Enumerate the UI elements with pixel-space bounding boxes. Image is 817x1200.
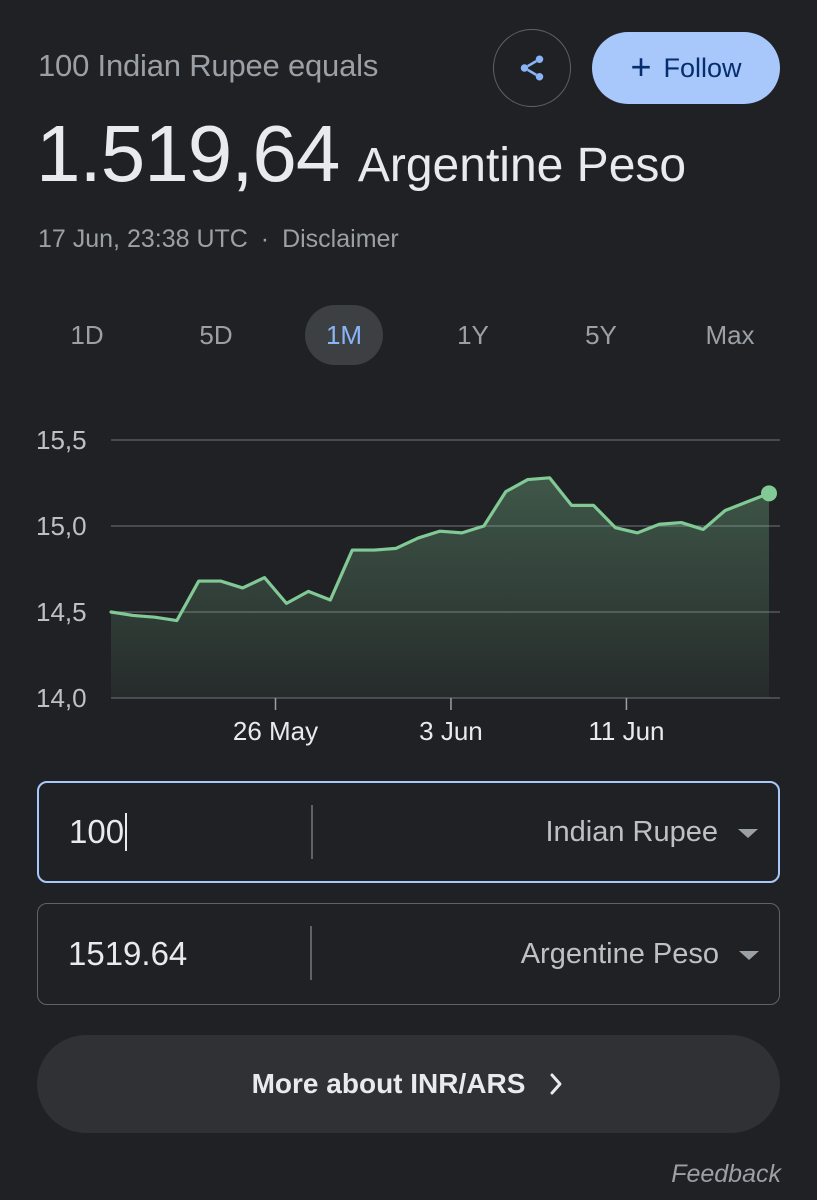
share-icon bbox=[520, 55, 544, 81]
separator: · bbox=[260, 225, 270, 253]
x-tick-label: 3 Jun bbox=[419, 716, 483, 746]
to-currency-select[interactable]: Argentine Peso bbox=[521, 904, 759, 1004]
chart-svg: 15,5 15,0 14,5 14,0 26 May 3 Jun 11 Jun bbox=[36, 425, 780, 746]
from-currency-select[interactable]: Indian Rupee bbox=[545, 783, 758, 881]
last-point-marker bbox=[761, 485, 777, 502]
tab-5y[interactable]: 5Y bbox=[562, 305, 640, 365]
from-amount-value: 100 bbox=[69, 813, 125, 850]
x-tick-label: 26 May bbox=[233, 716, 318, 746]
timestamp-row: 17 Jun, 23:38 UTC · Disclaimer bbox=[38, 225, 399, 254]
exchange-rate: 1.519,64 bbox=[36, 109, 340, 198]
share-button[interactable] bbox=[493, 29, 571, 107]
from-amount-input[interactable]: 100 bbox=[69, 783, 128, 881]
tab-5d[interactable]: 5D bbox=[177, 305, 255, 365]
tab-max[interactable]: Max bbox=[691, 305, 769, 365]
to-amount-input[interactable]: 1519.64 bbox=[68, 904, 187, 1004]
divider bbox=[311, 805, 313, 859]
exchange-rate-chart[interactable]: 15,5 15,0 14,5 14,0 26 May 3 Jun 11 Jun bbox=[0, 400, 817, 760]
x-tick-label: 11 Jun bbox=[588, 716, 664, 746]
from-currency-label: Indian Rupee bbox=[545, 815, 718, 848]
triangle-down-icon bbox=[738, 829, 758, 838]
divider bbox=[310, 926, 312, 980]
tab-1y[interactable]: 1Y bbox=[434, 305, 512, 365]
y-tick-label: 14,0 bbox=[36, 683, 87, 713]
y-tick-label: 15,5 bbox=[36, 425, 87, 455]
more-about-button[interactable]: More about INR/ARS bbox=[37, 1035, 780, 1133]
tab-1d[interactable]: 1D bbox=[48, 305, 126, 365]
more-about-label: More about INR/ARS bbox=[251, 1068, 526, 1099]
tab-1m[interactable]: 1M bbox=[305, 305, 383, 365]
y-tick-label: 14,5 bbox=[36, 597, 87, 627]
subtitle: 100 Indian Rupee equals bbox=[38, 48, 379, 83]
target-currency-name: Argentine Peso bbox=[357, 139, 687, 192]
follow-label: Follow bbox=[663, 52, 742, 83]
time-range-tabs: 1D 5D 1M 1Y 5Y Max bbox=[0, 305, 817, 367]
triangle-down-icon bbox=[739, 951, 759, 960]
timestamp: 17 Jun, 23:38 UTC bbox=[38, 225, 248, 253]
series-area bbox=[111, 477, 769, 698]
feedback-link[interactable]: Feedback bbox=[671, 1160, 781, 1189]
chevron-right-icon bbox=[550, 1073, 562, 1095]
plus-icon: + bbox=[630, 45, 652, 87]
headline: 1.519,64 Argentine Peso bbox=[36, 108, 686, 200]
disclaimer-link[interactable]: Disclaimer bbox=[282, 225, 399, 253]
follow-button[interactable]: + Follow bbox=[592, 32, 780, 104]
to-amount-value: 1519.64 bbox=[68, 935, 188, 972]
y-tick-label: 15,0 bbox=[36, 511, 87, 541]
text-caret bbox=[125, 813, 128, 851]
from-currency-box: 100 Indian Rupee bbox=[37, 781, 780, 883]
to-currency-box: 1519.64 Argentine Peso bbox=[37, 903, 780, 1005]
to-currency-label: Argentine Peso bbox=[520, 937, 719, 970]
